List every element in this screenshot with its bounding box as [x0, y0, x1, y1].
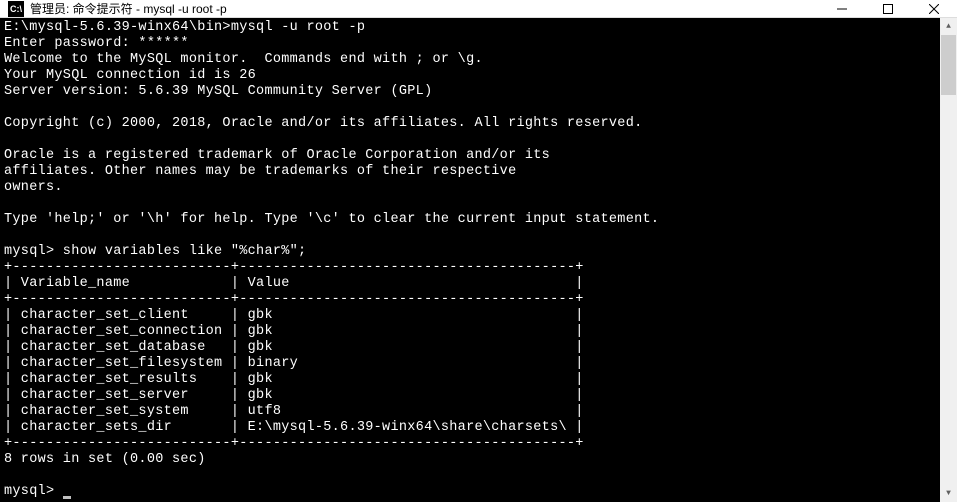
terminal-output[interactable]: E:\mysql-5.6.39-winx64\bin>mysql -u root… [0, 18, 940, 502]
close-icon [929, 4, 939, 14]
cursor [63, 496, 71, 499]
window-controls [819, 0, 957, 17]
app-icon: C:\ [8, 1, 24, 17]
vertical-scrollbar[interactable]: ▲ ▼ [940, 18, 957, 502]
scroll-down-arrow[interactable]: ▼ [940, 485, 957, 502]
command-prompt-window: C:\ 管理员: 命令提示符 - mysql -u root -p E:\mys… [0, 0, 957, 500]
maximize-icon [883, 4, 893, 14]
close-button[interactable] [911, 0, 957, 17]
scroll-up-arrow[interactable]: ▲ [940, 18, 957, 35]
terminal-area: E:\mysql-5.6.39-winx64\bin>mysql -u root… [0, 18, 957, 502]
minimize-icon [837, 4, 847, 14]
scrollbar-thumb[interactable] [941, 35, 956, 95]
window-title: 管理员: 命令提示符 - mysql -u root -p [30, 0, 819, 17]
titlebar[interactable]: C:\ 管理员: 命令提示符 - mysql -u root -p [0, 0, 957, 18]
minimize-button[interactable] [819, 0, 865, 17]
maximize-button[interactable] [865, 0, 911, 17]
